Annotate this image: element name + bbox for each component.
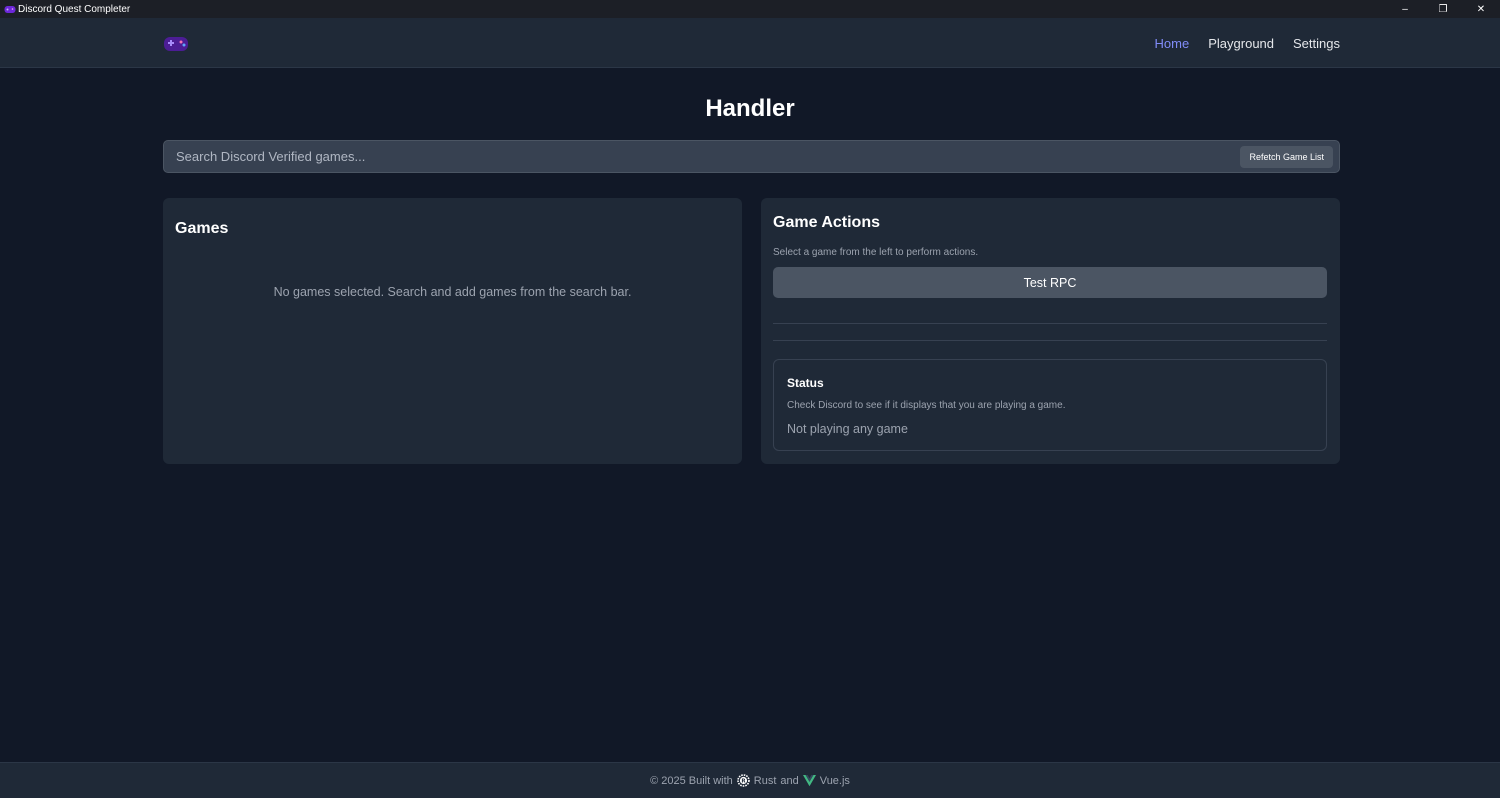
restore-button[interactable]: ❐: [1424, 0, 1462, 18]
game-actions-panel: Game Actions Select a game from the left…: [761, 198, 1340, 464]
window-controls: – ❐ ✕: [1386, 0, 1500, 18]
refetch-game-list-button[interactable]: Refetch Game List: [1240, 146, 1333, 168]
gamepad-icon: [4, 4, 16, 14]
window-title: Discord Quest Completer: [18, 3, 131, 15]
divider: [773, 323, 1327, 324]
minimize-button[interactable]: –: [1386, 0, 1424, 18]
window-titlebar: Discord Quest Completer – ❐ ✕: [0, 0, 1500, 18]
restore-icon: ❐: [1438, 3, 1448, 15]
footer-rust: Rust: [753, 774, 777, 787]
page-title: Handler: [705, 95, 795, 122]
games-panel: Games No games selected. Search and add …: [163, 198, 742, 464]
games-heading: Games: [175, 220, 229, 237]
nav-settings[interactable]: Settings: [1293, 36, 1340, 51]
search-input[interactable]: [164, 141, 1234, 172]
nav-links: Home Playground Settings: [1155, 18, 1340, 68]
nav-playground[interactable]: Playground: [1208, 36, 1274, 51]
status-hint: Check Discord to see if it displays that…: [787, 400, 1066, 411]
footer-prefix: © 2025 Built with: [650, 774, 733, 787]
search-bar: Refetch Game List: [163, 140, 1340, 173]
app-logo-icon[interactable]: [162, 33, 190, 53]
footer: © 2025 Built with R Rust and Vue.js: [0, 762, 1500, 798]
nav-home[interactable]: Home: [1155, 36, 1190, 51]
game-actions-hint: Select a game from the left to perform a…: [773, 247, 979, 258]
footer-vue: Vue.js: [819, 774, 850, 787]
close-icon: ✕: [1476, 3, 1486, 15]
status-value: Not playing any game: [787, 422, 908, 436]
status-box: Status Check Discord to see if it displa…: [773, 359, 1327, 451]
divider: [773, 340, 1327, 341]
status-title: Status: [787, 376, 824, 390]
footer-and: and: [780, 774, 799, 787]
minimize-icon: –: [1402, 3, 1408, 15]
games-empty-message: No games selected. Search and add games …: [273, 285, 632, 299]
game-actions-heading: Game Actions: [773, 214, 880, 231]
close-button[interactable]: ✕: [1462, 0, 1500, 18]
vue-logo-icon: [802, 774, 816, 787]
rust-logo-icon: R: [736, 774, 750, 787]
test-rpc-button[interactable]: Test RPC: [773, 267, 1327, 298]
navbar: Home Playground Settings: [0, 18, 1500, 68]
